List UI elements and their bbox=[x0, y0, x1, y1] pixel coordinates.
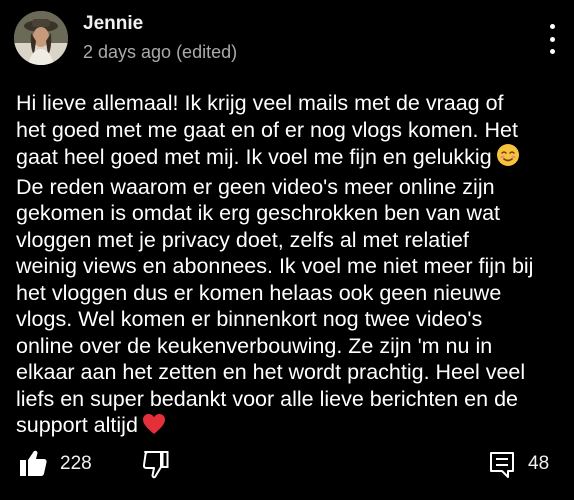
comment-line: vlogs. Wel komen er binnenkort nog twee … bbox=[16, 307, 483, 331]
comment-line-text: gaat heel goed met mij. Ik voel me fijn … bbox=[16, 145, 492, 169]
comment-timestamp: 2 days ago (edited) bbox=[83, 42, 238, 62]
author-name[interactable]: Jennie bbox=[83, 12, 143, 36]
comment-line: support altijd bbox=[16, 412, 564, 442]
reply-count: 48 bbox=[528, 453, 550, 474]
avatar-photo-icon bbox=[14, 11, 68, 65]
avatar[interactable] bbox=[14, 11, 68, 65]
thumbs-down-icon bbox=[142, 451, 169, 479]
comment-line: gaat heel goed met mij. Ik voel me fijn … bbox=[16, 143, 564, 174]
comment-actions: 228 48 bbox=[0, 442, 574, 486]
comment-line: De reden waarom er geen video's meer onl… bbox=[16, 174, 495, 199]
dislike-button[interactable] bbox=[142, 450, 170, 480]
comment-line: weinig views en abonnees. Ik voel me nie… bbox=[16, 254, 534, 278]
comment-line: elkaar aan het zetten en het wordt prach… bbox=[16, 360, 526, 384]
comment-line-text: support altijd bbox=[16, 413, 138, 437]
comment-line: het goed met me gaat en of er nog vlogs … bbox=[16, 117, 518, 142]
more-vertical-icon-dot bbox=[549, 36, 555, 42]
comment-line: het vloggen dus er komen helaas ook geen… bbox=[16, 280, 502, 305]
more-vertical-icon-dot bbox=[549, 49, 555, 54]
like-count: 228 bbox=[60, 453, 92, 474]
like-button[interactable] bbox=[18, 448, 48, 478]
smiling-face-emoji bbox=[496, 143, 520, 174]
comment-line: vloggen met je privacy doet, zelfs al me… bbox=[16, 227, 469, 252]
comment-icon bbox=[490, 452, 514, 478]
red-heart-emoji bbox=[142, 413, 166, 442]
comment-line: online over de keukenverbouwing. Ze zijn… bbox=[16, 333, 493, 358]
comment-line: gekomen is omdat ik erg geschrokken ben … bbox=[16, 201, 501, 225]
more-vertical-icon bbox=[549, 24, 555, 29]
comment-line: Hi lieve allemaal! Ik krijg veel mails m… bbox=[16, 91, 504, 115]
more-options-button[interactable] bbox=[540, 24, 564, 54]
reply-button[interactable] bbox=[488, 450, 516, 480]
comment-text: Hi lieve allemaal! Ik krijg veel mails m… bbox=[16, 90, 564, 442]
comment-line: liefs en super bedankt voor alle lieve b… bbox=[16, 386, 518, 411]
thumbs-up-icon bbox=[20, 450, 47, 476]
